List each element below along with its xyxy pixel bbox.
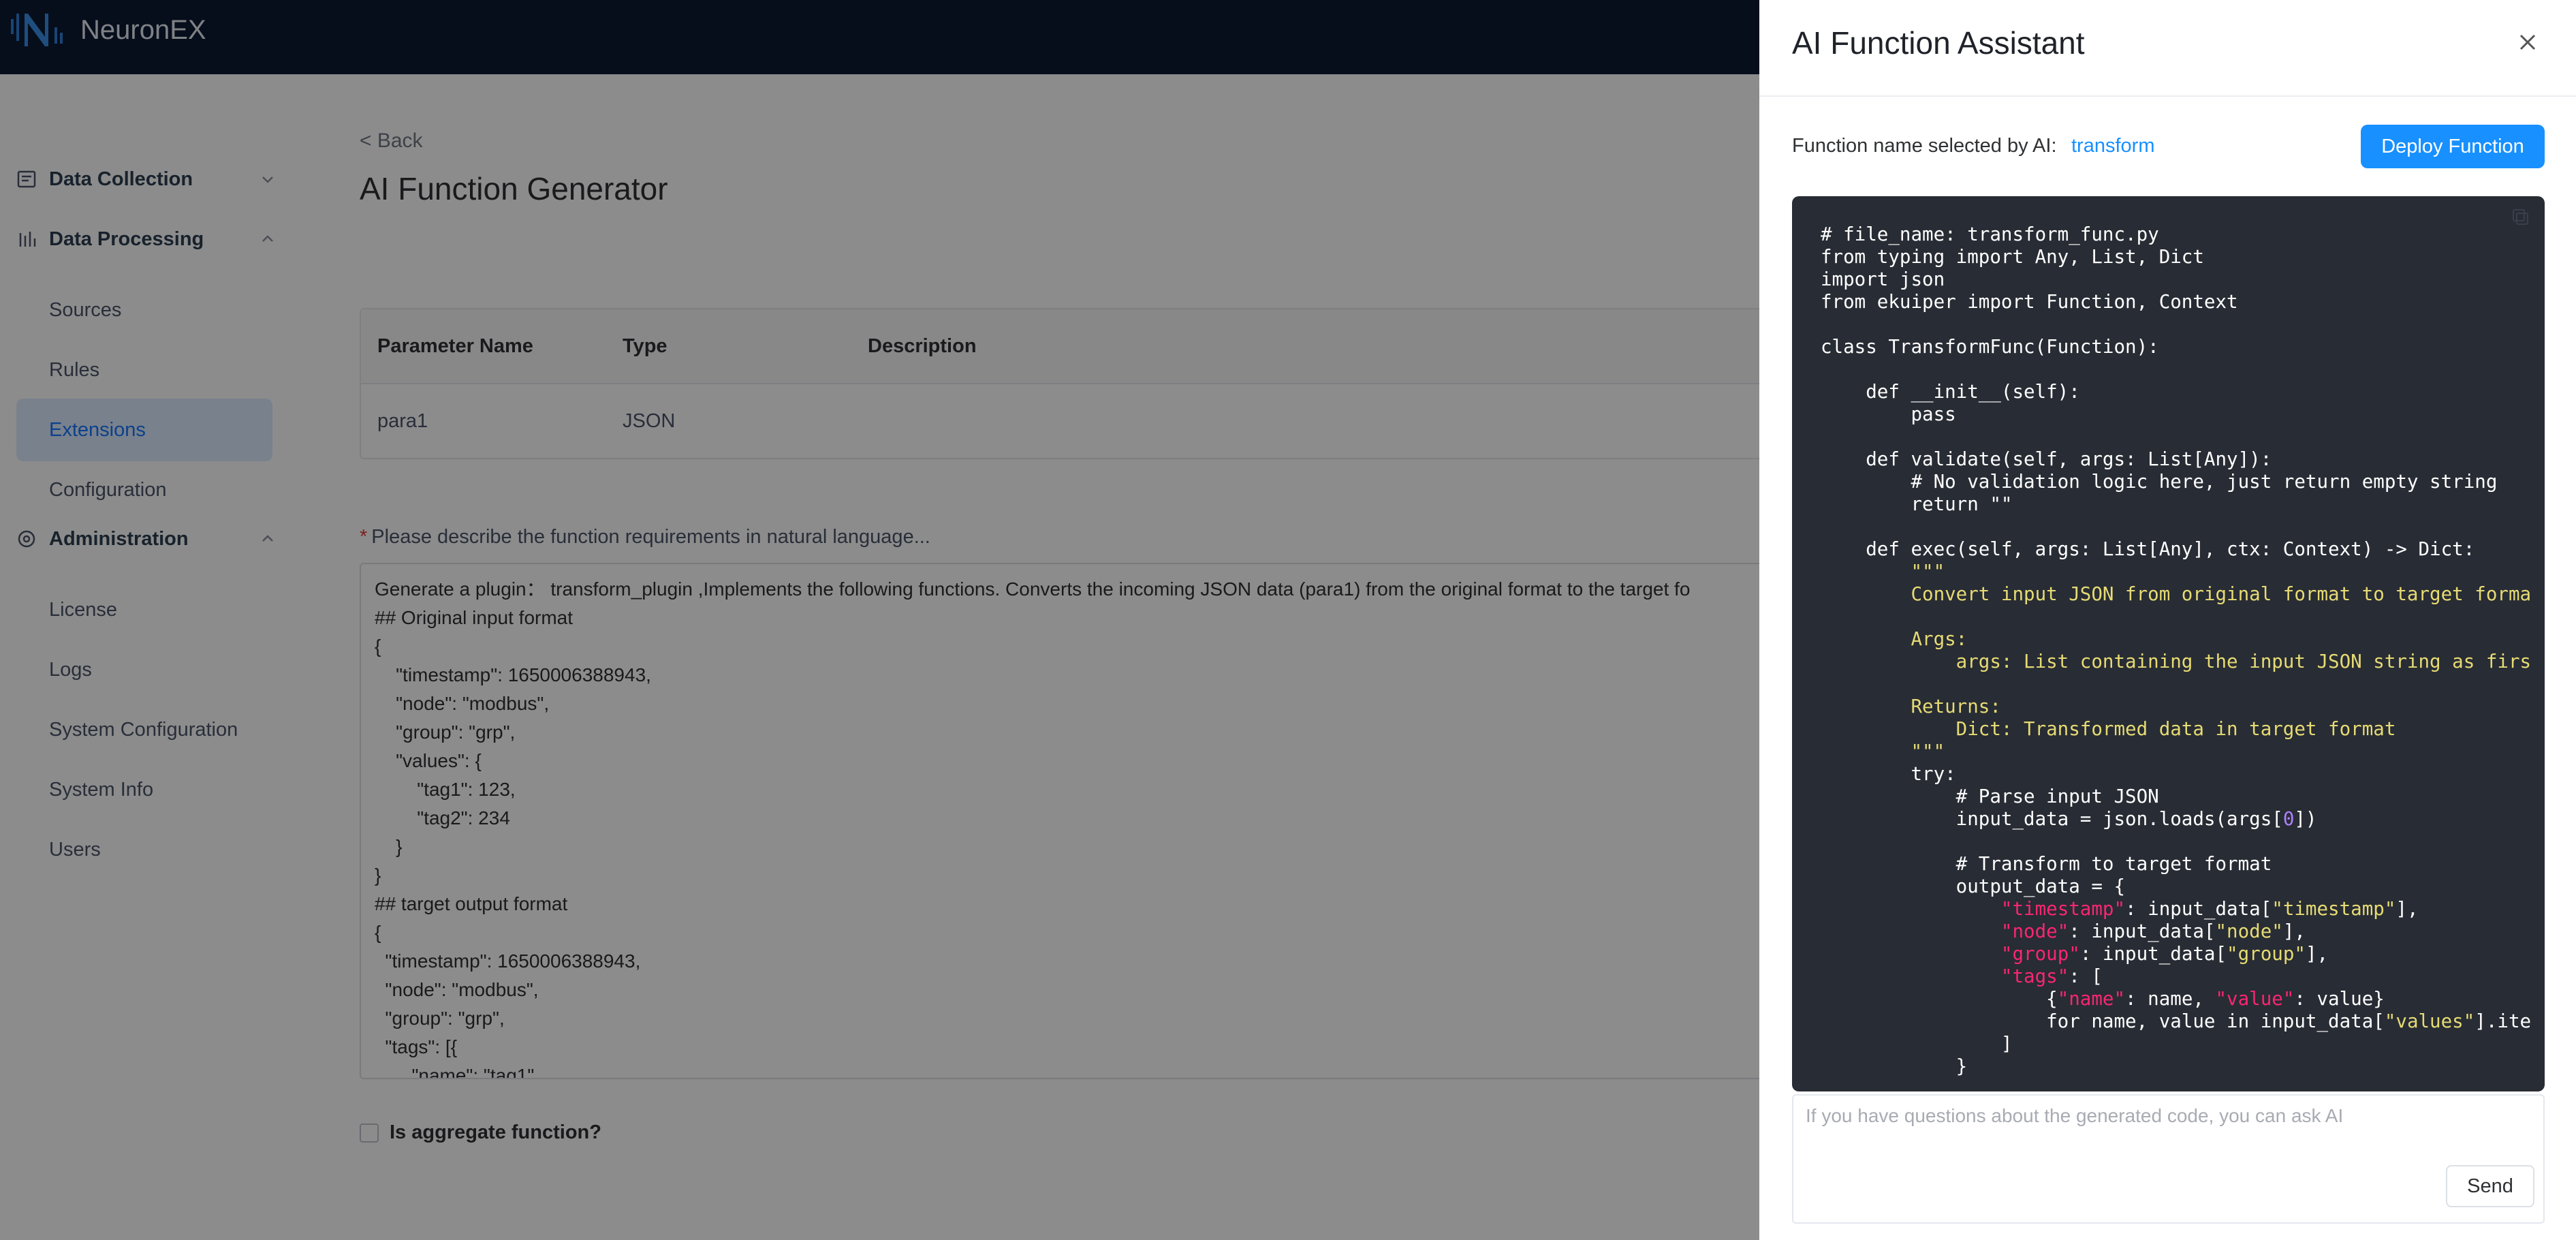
code-token: from typing import Any, List, Dict: [1821, 246, 2204, 268]
code-line: Convert input JSON from original format …: [1821, 583, 2531, 605]
code-token: Convert input JSON from original format …: [1821, 583, 2532, 605]
code-token: # Parse input JSON: [1821, 786, 2159, 807]
code-line: input_data = json.loads(args[0]): [1821, 808, 2317, 830]
code-line: # Parse input JSON: [1821, 786, 2159, 807]
code-line: # Transform to target format: [1821, 853, 2272, 875]
drawer-divider: [1759, 95, 2576, 97]
modal-overlay[interactable]: [0, 0, 1759, 1240]
send-button[interactable]: Send: [2446, 1165, 2534, 1207]
code-token: "timestamp": [2000, 898, 2126, 920]
code-token: : [: [2069, 965, 2103, 987]
code-token: ],: [2396, 898, 2419, 920]
code-line: def exec(self, args: List[Any], ctx: Con…: [1821, 538, 2475, 560]
code-token: # Transform to target format: [1821, 853, 2272, 875]
code-token: "name": [2057, 988, 2126, 1010]
code-token: : input_data[: [2079, 943, 2227, 965]
function-name-value: transform: [2071, 135, 2155, 157]
code-token: output_data = {: [1821, 875, 2126, 897]
code-line: # file_name: transform_func.py: [1821, 223, 2159, 245]
code-token: """: [1821, 741, 1945, 762]
code-token: # file_name: transform_func.py: [1821, 223, 2159, 245]
ai-assistant-drawer: AI Function Assistant Function name sele…: [1759, 0, 2576, 1240]
code-line: class TransformFunc(Function):: [1821, 336, 2159, 358]
ask-ai-input[interactable]: If you have questions about the generate…: [1792, 1094, 2545, 1224]
code-token: }: [1821, 1055, 1968, 1077]
code-line: "group": input_data["group"],: [1821, 943, 2328, 965]
generated-code-block[interactable]: # file_name: transform_func.py from typi…: [1792, 196, 2545, 1091]
code-token: ]: [1821, 1033, 2013, 1055]
code-line: from typing import Any, List, Dict: [1821, 246, 2204, 268]
code-token: ].ite: [2475, 1010, 2532, 1032]
code-token: "group": [2000, 943, 2080, 965]
code-token: ],: [2305, 943, 2329, 965]
code-token: "node": [2215, 920, 2283, 942]
code-token: : value}: [2294, 988, 2385, 1010]
code-token: "values": [2384, 1010, 2475, 1032]
code-line: "node": input_data["node"],: [1821, 920, 2306, 942]
code-token: """: [1821, 561, 1945, 583]
code-line: {"name": name, "value": value}: [1821, 988, 2385, 1010]
close-icon[interactable]: [2514, 29, 2541, 56]
code-line: pass: [1821, 403, 1956, 425]
code-line: Dict: Transformed data in target format: [1821, 718, 2396, 740]
code-token: ]): [2294, 808, 2317, 830]
code-token: Returns:: [1821, 696, 2001, 717]
code-line: }: [1821, 1055, 1968, 1077]
code-line: args: List containing the input JSON str…: [1821, 651, 2531, 672]
code-token: class TransformFunc(Function):: [1821, 336, 2159, 358]
code-line: "tags": [: [1821, 965, 2103, 987]
deploy-function-button[interactable]: Deploy Function: [2361, 125, 2545, 168]
code-token: : name,: [2125, 988, 2216, 1010]
code-line: for name, value in input_data["values"].…: [1821, 1010, 2531, 1032]
code-line: return "": [1821, 493, 2012, 515]
code-token: "tags": [2000, 965, 2069, 987]
code-line: def __init__(self):: [1821, 381, 2080, 403]
code-token: ],: [2282, 920, 2306, 942]
code-line: """: [1821, 741, 1945, 762]
code-token: # No validation logic here, just return …: [1821, 471, 2498, 493]
code-line: try:: [1821, 763, 1956, 785]
code-token: Dict: Transformed data in target format: [1821, 718, 2396, 740]
code-line: """: [1821, 561, 1945, 583]
code-token: {: [1821, 988, 2058, 1010]
code-token: import json: [1821, 268, 1945, 290]
code-token: : input_data[: [2125, 898, 2272, 920]
code-token: pass: [1821, 403, 1956, 425]
code-line: Returns:: [1821, 696, 2001, 717]
code-token: : input_data[: [2069, 920, 2216, 942]
code-token: def exec(self, args: List[Any], ctx: Con…: [1821, 538, 2475, 560]
code-token: "value": [2215, 988, 2295, 1010]
code-token: "node": [2000, 920, 2069, 942]
code-token: try:: [1821, 763, 1956, 785]
code-token: args: List containing the input JSON str…: [1821, 651, 2532, 672]
code-line: "timestamp": input_data["timestamp"],: [1821, 898, 2419, 920]
code-line: import json: [1821, 268, 1945, 290]
code-line: from ekuiper import Function, Context: [1821, 291, 2238, 313]
code-token: Args:: [1821, 628, 1968, 650]
code-line: # No validation logic here, just return …: [1821, 471, 2497, 493]
code-token: "group": [2227, 943, 2306, 965]
code-line: Args:: [1821, 628, 1967, 650]
drawer-title: AI Function Assistant: [1792, 25, 2085, 61]
code-line: ]: [1821, 1033, 2013, 1055]
code-line: output_data = {: [1821, 875, 2125, 897]
code-token: input_data = json.loads(args[: [1821, 808, 2283, 830]
function-name-label: Function name selected by AI:: [1792, 135, 2057, 157]
ask-ai-placeholder: If you have questions about the generate…: [1806, 1105, 2344, 1126]
code-line: def validate(self, args: List[Any]):: [1821, 448, 2272, 470]
code-token: for name, value in input_data[: [1821, 1010, 2385, 1032]
code-token: "timestamp": [2272, 898, 2396, 920]
code-token: def __init__(self):: [1821, 381, 2080, 403]
code-token: def validate(self, args: List[Any]):: [1821, 448, 2272, 470]
code-token: from ekuiper import Function, Context: [1821, 291, 2238, 313]
code-token: 0: [2282, 808, 2295, 830]
code-text: # file_name: transform_func.py from typi…: [1821, 223, 2531, 1078]
code-token: return "": [1821, 493, 2013, 515]
